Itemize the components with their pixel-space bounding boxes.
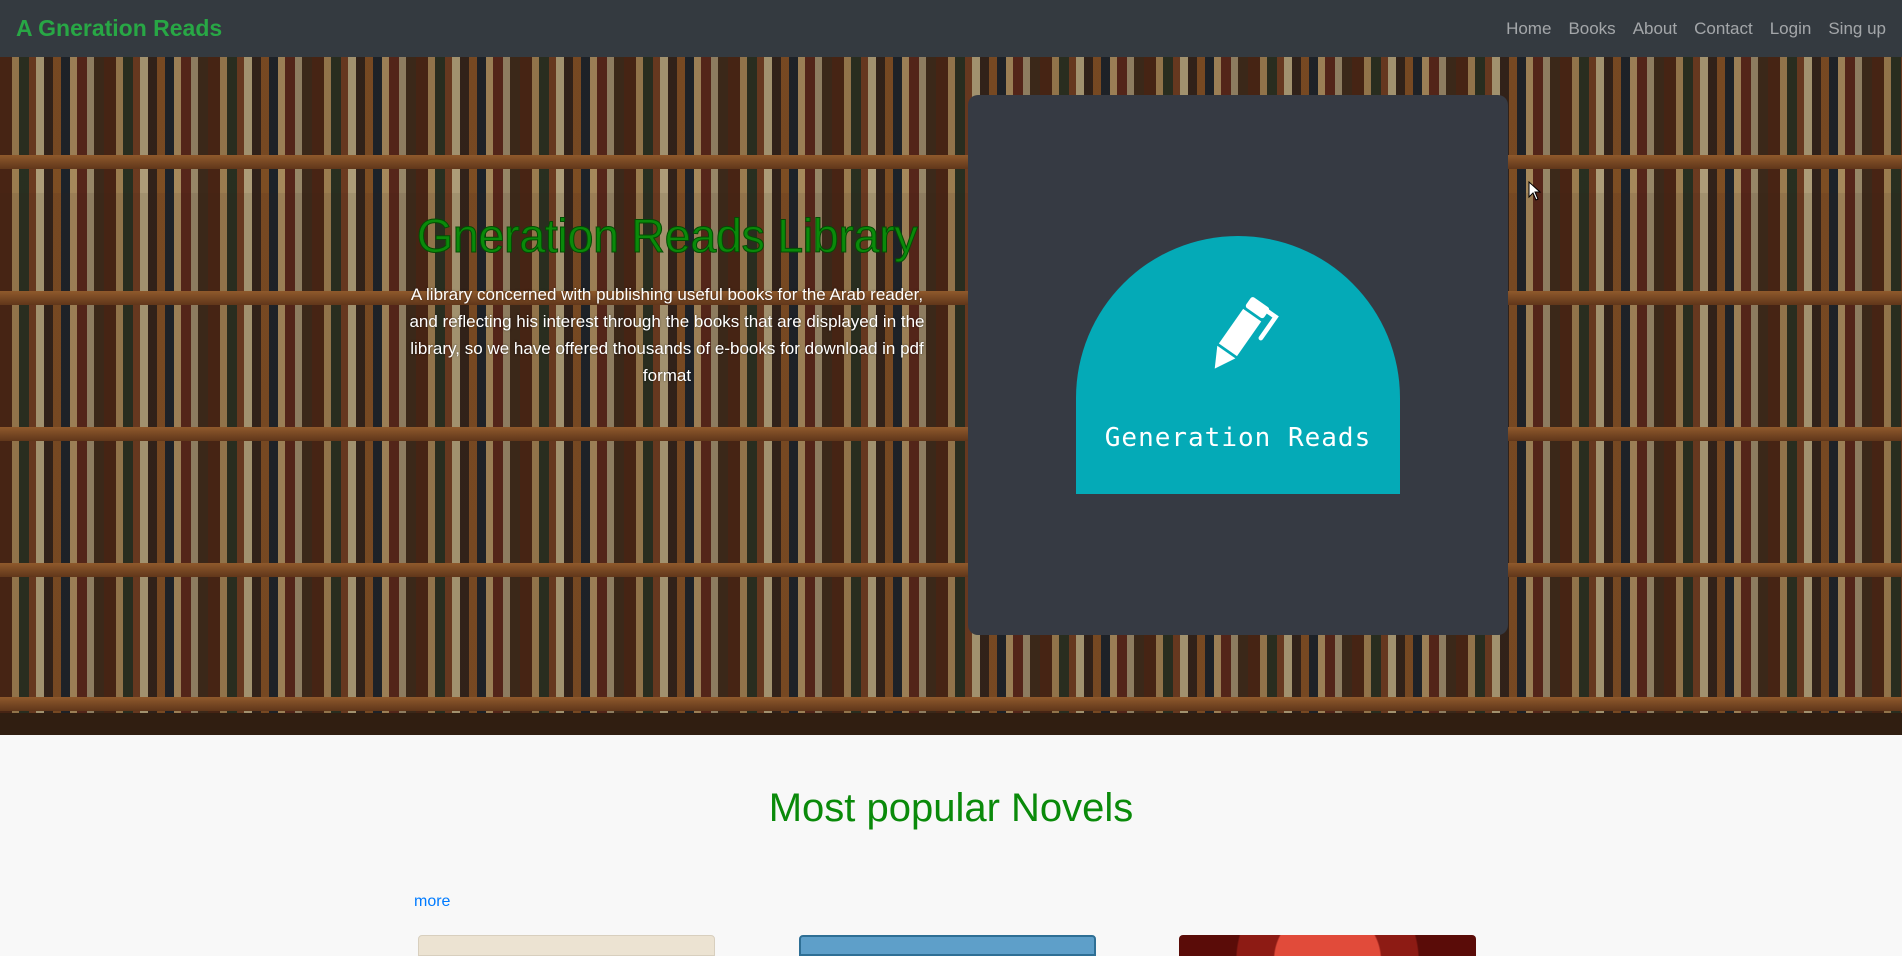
section-title-popular: Most popular Novels: [768, 786, 1134, 830]
brand-link[interactable]: A Gneration Reads: [16, 15, 222, 42]
nav-contact-link[interactable]: Contact: [1694, 19, 1753, 39]
nav-signup-link[interactable]: Sing up: [1828, 19, 1886, 39]
hero-description: A library concerned with publishing usef…: [409, 285, 925, 385]
hero-text-block: Gneration Reads Library A library concer…: [404, 208, 930, 389]
nav-home-link[interactable]: Home: [1506, 19, 1551, 39]
nav-about-link[interactable]: About: [1633, 19, 1677, 39]
hero-title: Gneration Reads Library: [416, 209, 918, 263]
hero-banner: [0, 57, 1902, 735]
more-link[interactable]: more: [414, 893, 450, 911]
book-card[interactable]: [1179, 935, 1476, 956]
top-navbar: A Gneration Reads Home Books About Conta…: [0, 0, 1902, 57]
nav-books-link[interactable]: Books: [1568, 19, 1615, 39]
logo-badge: Generation Reads: [1076, 236, 1400, 494]
pen-icon: [1214, 297, 1279, 369]
book-card[interactable]: [799, 935, 1096, 956]
logo-card: Generation Reads: [968, 95, 1508, 635]
nav-links: Home Books About Contact Login Sing up: [1489, 19, 1886, 39]
logo-text: Generation Reads: [1104, 423, 1372, 453]
nav-login-link[interactable]: Login: [1770, 19, 1812, 39]
mouse-cursor-icon: [1528, 181, 1542, 201]
book-card[interactable]: [418, 935, 715, 956]
